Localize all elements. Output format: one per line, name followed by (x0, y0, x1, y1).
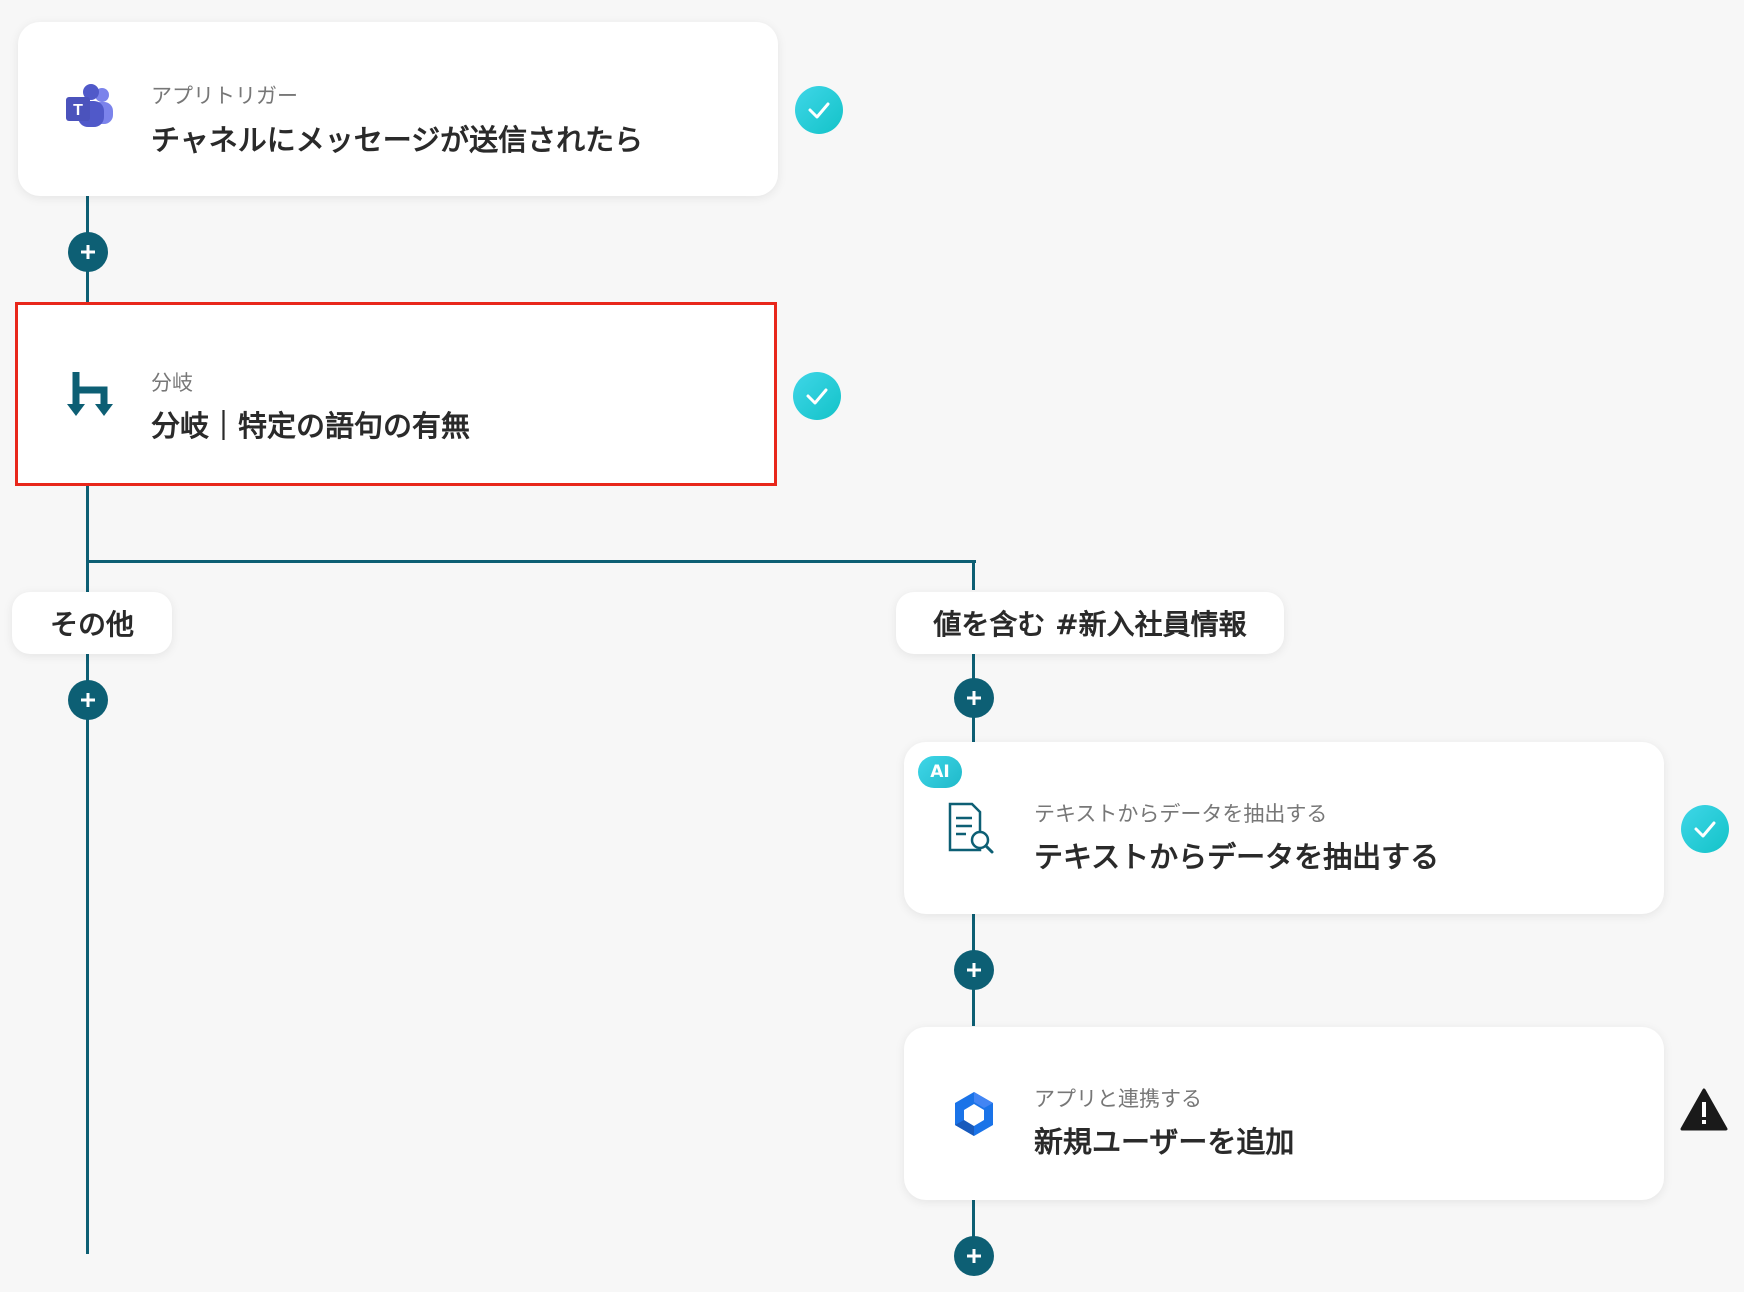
step-title: テキストからデータを抽出する (1034, 840, 1440, 874)
branch-label-match[interactable]: 値を含む #新入社員情報 (896, 592, 1284, 654)
document-search-icon (942, 800, 998, 856)
add-step-button[interactable] (68, 680, 108, 720)
add-step-button[interactable] (68, 232, 108, 272)
svg-text:T: T (73, 102, 83, 119)
add-step-button[interactable] (954, 1236, 994, 1276)
step-title: 新規ユーザーを追加 (1034, 1125, 1295, 1159)
add-step-button[interactable] (954, 950, 994, 990)
step-title: 分岐｜特定の語句の有無 (151, 409, 471, 443)
warning-icon (1680, 1088, 1728, 1132)
step-subtitle: 分岐 (151, 371, 193, 395)
branch-connector-line (86, 560, 976, 563)
microsoft-teams-icon: T (62, 81, 118, 137)
google-workspace-icon (946, 1086, 1002, 1142)
step-title: チャネルにメッセージが送信されたら (151, 123, 644, 157)
check-status-icon (793, 372, 841, 420)
branch-label-other[interactable]: その他 (12, 592, 172, 654)
branch-connector-line (972, 560, 975, 590)
step-subtitle: テキストからデータを抽出する (1034, 802, 1328, 826)
check-status-icon (795, 86, 843, 134)
step-card-ai-extract[interactable]: AI テキストからデータを抽出する テキストからデータを抽出する (904, 742, 1664, 914)
ai-badge: AI (918, 756, 962, 788)
branch-icon (64, 366, 120, 422)
step-subtitle: アプリトリガー (151, 84, 298, 108)
step-card-trigger[interactable]: T アプリトリガー チャネルにメッセージが送信されたら (18, 22, 778, 196)
step-card-add-user[interactable]: アプリと連携する 新規ユーザーを追加 (904, 1027, 1664, 1200)
step-subtitle: アプリと連携する (1034, 1087, 1202, 1111)
step-card-branch[interactable]: 分岐 分岐｜特定の語句の有無 (15, 302, 777, 486)
check-status-icon (1681, 805, 1729, 853)
workflow-canvas: T アプリトリガー チャネルにメッセージが送信されたら 分岐 分岐｜特定の語句の… (0, 0, 1744, 1292)
add-step-button[interactable] (954, 678, 994, 718)
